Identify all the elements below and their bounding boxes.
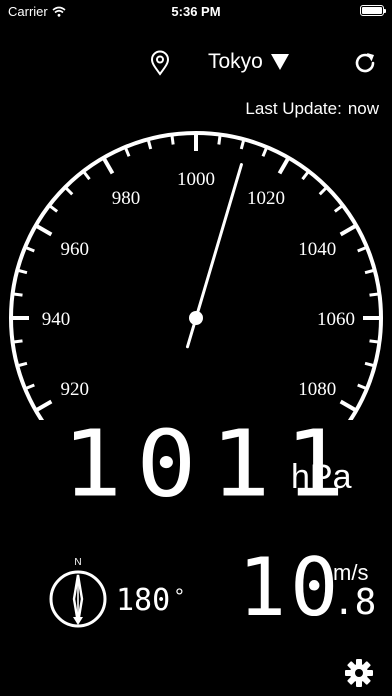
gauge-label: 1020 [247, 188, 285, 209]
gauge-tick [12, 292, 23, 297]
gauge-tick [24, 383, 35, 391]
gauge-label: 980 [112, 188, 141, 209]
gauge-tick [357, 383, 368, 391]
gauge-tick [261, 146, 269, 157]
gauge-tick [369, 292, 380, 297]
gauge-tick [339, 223, 358, 237]
gauge-hub [189, 311, 203, 325]
pressure-unit: hPa [291, 458, 352, 496]
gauge-tick [82, 170, 91, 181]
gauge-tick [170, 134, 175, 145]
gear-icon[interactable] [344, 658, 374, 688]
compass-north-label: N [74, 557, 81, 568]
gauge-tick [101, 156, 115, 175]
gauge-tick [48, 204, 59, 213]
gauge-tick [34, 399, 53, 413]
gauge-label: 940 [42, 309, 71, 330]
gauge-tick [64, 186, 74, 196]
wind-direction-value: 180 [116, 583, 171, 618]
gauge-label: 920 [61, 379, 90, 400]
gauge-labels: 920 940 960 980 1000 1020 1040 1060 1080 [42, 169, 355, 400]
gauge-tick [333, 204, 344, 213]
gauge-label: 1080 [298, 379, 336, 400]
gauge-tick [369, 339, 380, 344]
gauge-tick [217, 134, 222, 145]
gauge-tick [24, 245, 35, 253]
compass-arrow-head [73, 617, 83, 625]
gauge-label: 1000 [177, 169, 215, 190]
gauge-tick [123, 146, 131, 157]
wind-speed-integer: 10 [238, 541, 343, 634]
gauge-tick [277, 156, 291, 175]
gauge-tick [357, 245, 368, 253]
gauge-label: 1060 [317, 309, 355, 330]
compass-icon: N [49, 557, 107, 628]
gauge-label: 1040 [298, 239, 336, 260]
wind-direction-unit: ° [175, 584, 184, 609]
wind-speed-fraction: .8 [333, 582, 377, 623]
pressure-gauge: 920 940 960 980 1000 1020 1040 1060 1080 [9, 131, 383, 420]
gauge-tick [12, 339, 23, 344]
gauge-tick [318, 186, 328, 196]
gauge-tick [34, 223, 53, 237]
compass-needle [72, 574, 84, 625]
gauge-label: 960 [61, 239, 90, 260]
gauge-tick [301, 170, 310, 181]
